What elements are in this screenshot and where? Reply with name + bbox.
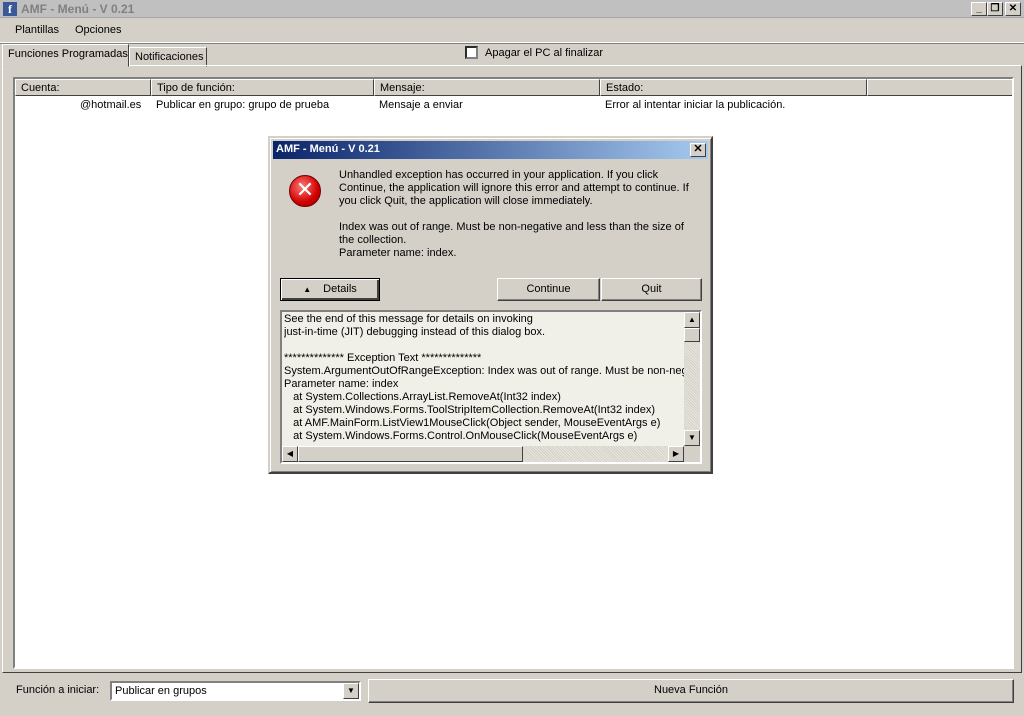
column-header-tipo[interactable]: Tipo de función:: [151, 79, 374, 96]
caret-up-icon: ▲: [303, 285, 312, 294]
exception-dialog: AMF - Menú - V 0.21 ✕ ✕ Unhandled except…: [268, 136, 713, 474]
dialog-message: Unhandled exception has occurred in your…: [339, 169, 689, 207]
tab-funciones-programadas[interactable]: Funciones Programadas: [2, 44, 129, 67]
scroll-down-icon[interactable]: ▼: [684, 430, 700, 446]
vertical-scrollbar[interactable]: ▲ ▼: [684, 312, 700, 446]
restore-button[interactable]: ❐: [987, 2, 1003, 16]
column-header-estado[interactable]: Estado:: [600, 79, 867, 96]
column-header-empty: [867, 79, 1012, 96]
chevron-down-icon[interactable]: ▼: [343, 683, 359, 699]
function-select-value: Publicar en grupos: [115, 685, 207, 697]
menu-bar: Plantillas Opciones: [0, 19, 1024, 43]
cell-cuenta: @hotmail.es: [80, 99, 142, 111]
function-label: Función a iniciar:: [16, 684, 100, 696]
horizontal-scrollbar[interactable]: ◀ ▶: [282, 446, 684, 462]
facebook-app-icon: f: [3, 2, 17, 16]
scroll-left-icon[interactable]: ◀: [282, 446, 298, 462]
cell-tipo: Publicar en grupo: grupo de prueba: [156, 99, 330, 111]
scrollbar-corner: [684, 446, 700, 462]
vertical-scroll-thumb[interactable]: [684, 328, 700, 342]
details-button-label: Details: [323, 283, 357, 295]
exception-details-textbox[interactable]: See the end of this message for details …: [280, 310, 702, 464]
cell-estado: Error al intentar iniciar la publicación…: [605, 99, 786, 111]
continue-button[interactable]: Continue: [497, 278, 600, 301]
dialog-error-detail: Index was out of range. Must be non-nega…: [339, 221, 684, 259]
dialog-close-button[interactable]: ✕: [690, 143, 706, 157]
new-function-button[interactable]: Nueva Función: [368, 679, 1014, 703]
scroll-right-icon[interactable]: ▶: [668, 446, 684, 462]
window-title-bar[interactable]: f AMF - Menú - V 0.21 _ ❐ ✕: [0, 0, 1024, 18]
details-button[interactable]: ▲ Details: [280, 278, 380, 301]
menu-opciones[interactable]: Opciones: [75, 24, 121, 36]
dialog-title: AMF - Menú - V 0.21: [276, 143, 380, 155]
table-row[interactable]: @hotmail.es Publicar en grupo: grupo de …: [15, 97, 1012, 114]
minimize-button[interactable]: _: [971, 2, 987, 16]
exception-details-text: See the end of this message for details …: [284, 313, 684, 442]
close-window-button[interactable]: ✕: [1005, 2, 1021, 16]
error-x-icon: ✕: [289, 175, 321, 207]
function-select[interactable]: Publicar en grupos ▼: [110, 681, 361, 701]
column-header-cuenta[interactable]: Cuenta:: [15, 79, 151, 96]
dialog-title-bar[interactable]: AMF - Menú - V 0.21 ✕: [273, 141, 708, 159]
window-title: AMF - Menú - V 0.21: [21, 2, 135, 16]
shutdown-checkbox-label: Apagar el PC al finalizar: [485, 47, 604, 59]
horizontal-scroll-thumb[interactable]: [298, 446, 523, 462]
tab-notificaciones[interactable]: Notificaciones: [129, 47, 207, 67]
shutdown-checkbox[interactable]: [465, 46, 478, 59]
column-header-mensaje[interactable]: Mensaje:: [374, 79, 600, 96]
cell-mensaje: Mensaje a enviar: [379, 99, 463, 111]
quit-button[interactable]: Quit: [601, 278, 702, 301]
menu-plantillas[interactable]: Plantillas: [15, 24, 59, 36]
scroll-up-icon[interactable]: ▲: [684, 312, 700, 328]
